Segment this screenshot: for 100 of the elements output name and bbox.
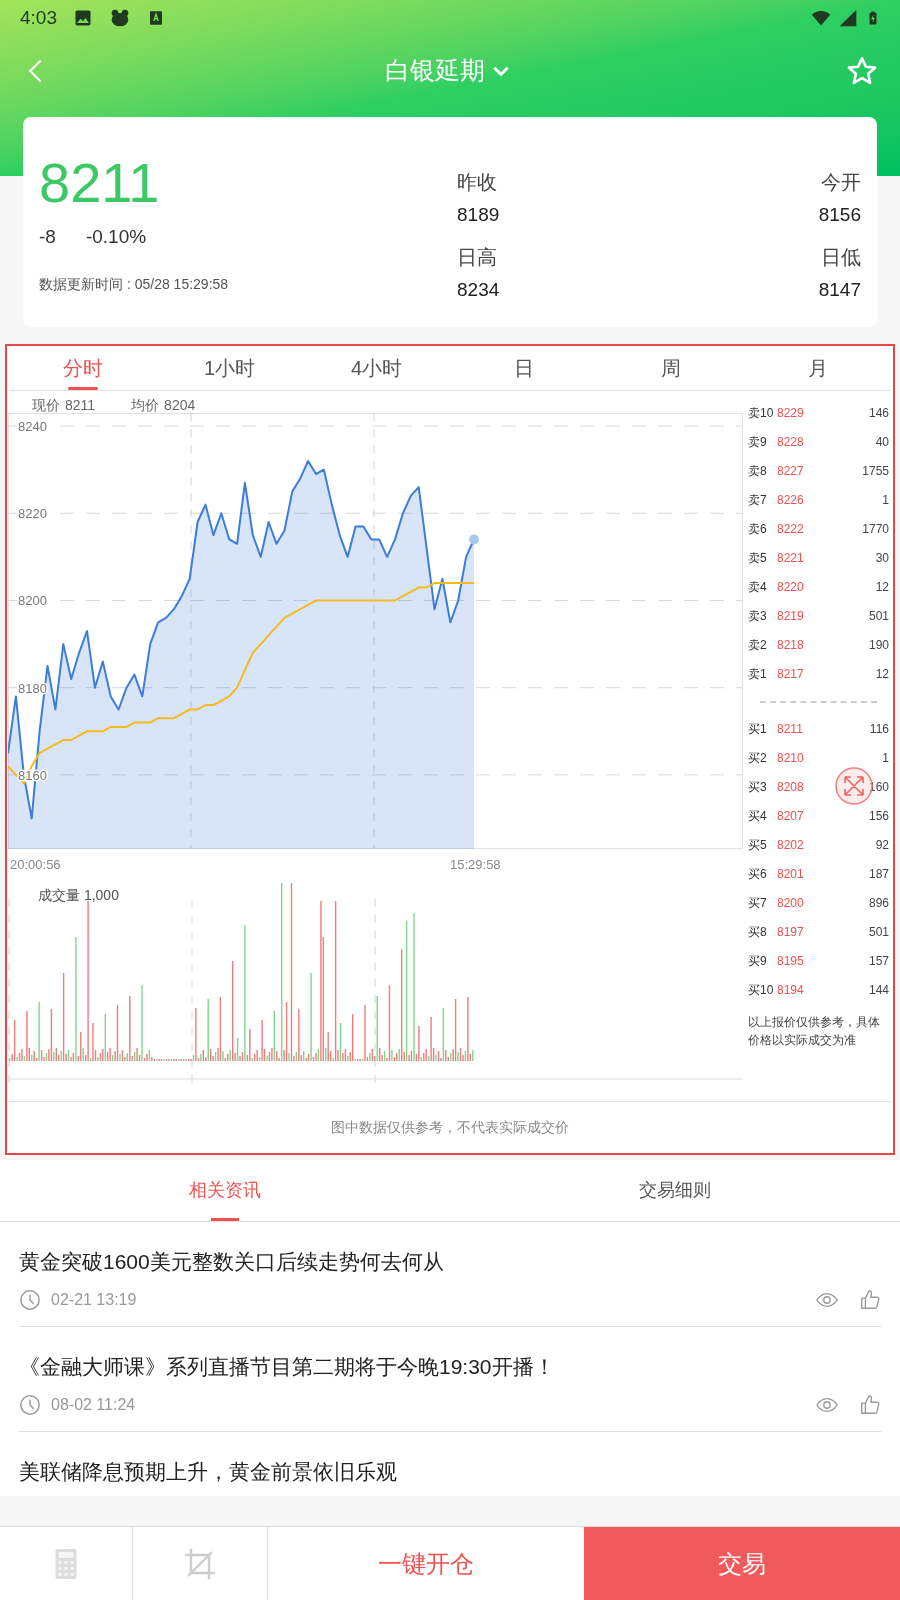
order-level: 买7 — [748, 895, 768, 913]
chart-tab[interactable]: 4小时 — [303, 346, 450, 390]
y-axis-label: 8220 — [18, 505, 47, 521]
news-title: 《金融大师课》系列直播节目第二期将于今晚19:30开播！ — [19, 1354, 556, 1380]
open-position-button[interactable]: 一键开仓 — [268, 1527, 584, 1600]
order-price: 8221 — [777, 550, 805, 568]
time-label: 15:29:58 — [450, 855, 501, 874]
news-title: 美联储降息预期上升，黄金前景依旧乐观 — [19, 1459, 398, 1485]
order-level: 卖5 — [748, 550, 768, 568]
order-volume: 501 — [868, 924, 889, 942]
order-price: 8207 — [777, 808, 805, 826]
order-price: 8229 — [777, 405, 805, 423]
order-volume: 1 — [882, 492, 889, 510]
order-price: 8220 — [777, 579, 805, 597]
order-price: 8194 — [777, 982, 805, 1000]
chart-tab[interactable]: 日 — [450, 346, 597, 390]
order-volume: 144 — [868, 982, 889, 1000]
order-level: 买8 — [748, 924, 768, 942]
order-volume: 12 — [875, 666, 889, 684]
order-volume: 190 — [868, 637, 889, 655]
order-volume: 1770 — [862, 521, 889, 539]
status-time: 4:03 — [20, 5, 57, 30]
order-volume: 1755 — [862, 463, 889, 481]
news-item[interactable]: 美联储降息预期上升，黄金前景依旧乐观 — [19, 1432, 881, 1496]
order-volume: 146 — [868, 405, 889, 423]
order-volume: 12 — [875, 579, 889, 597]
stat-value: 8189 — [457, 203, 500, 227]
order-volume: 896 — [868, 895, 889, 913]
stat-label: 今开 — [821, 170, 861, 195]
order-level: 买9 — [748, 953, 768, 971]
stat-value: 8147 — [818, 277, 861, 302]
current-price: 8211 — [39, 151, 161, 215]
chart-disclaimer: 图中数据仅供参考，不代表实际成交价 — [331, 1117, 569, 1137]
chart-tab[interactable]: 分时 — [9, 346, 156, 390]
order-level: 卖3 — [748, 608, 768, 626]
order-volume: 160 — [868, 779, 889, 797]
price-change: -8 — [39, 225, 56, 249]
order-level: 卖10 — [748, 405, 775, 423]
order-level: 卖9 — [748, 434, 768, 452]
legend-value: 8204 — [164, 395, 196, 413]
order-price: 8210 — [777, 750, 805, 768]
legend-value: 8211 — [65, 395, 96, 413]
order-level: 买10 — [748, 982, 775, 1000]
order-level: 卖7 — [748, 492, 768, 510]
order-level: 买6 — [748, 866, 768, 884]
order-price: 8219 — [777, 608, 805, 626]
y-axis-label: 8200 — [18, 593, 47, 609]
order-level: 卖1 — [748, 666, 768, 684]
news-item[interactable]: 黄金突破1600美元整数关口后续走势何去何从 02-21 13:19 — [19, 1222, 881, 1327]
legend-name: 现价 — [32, 395, 60, 413]
order-level: 卖8 — [748, 463, 768, 481]
order-price: 8228 — [777, 434, 805, 452]
order-level: 卖4 — [748, 579, 768, 597]
order-level: 买1 — [748, 721, 768, 739]
order-price: 8217 — [777, 666, 805, 684]
order-price: 8226 — [777, 492, 805, 510]
time-label: 20:00:56 — [10, 855, 62, 874]
volume-label: 成交量 1,000 — [38, 885, 119, 905]
stat-value: 8156 — [818, 203, 861, 227]
order-price: 8218 — [777, 637, 805, 655]
order-price: 8201 — [777, 866, 805, 884]
order-level: 买5 — [748, 837, 768, 855]
order-price: 8208 — [777, 779, 805, 797]
percent-change: -0.10% — [85, 225, 147, 249]
stat-label: 日高 — [457, 244, 497, 270]
order-volume: 40 — [875, 434, 889, 452]
stat-label: 昨收 — [457, 170, 497, 195]
order-level: 卖2 — [748, 637, 768, 655]
news-time: 02-21 13:19 — [51, 1290, 137, 1310]
chart-tab[interactable]: 月 — [744, 346, 891, 390]
order-price: 8195 — [777, 953, 805, 971]
news-time: 08-02 11:24 — [51, 1395, 136, 1415]
order-price: 8211 — [777, 721, 804, 739]
order-price: 8222 — [777, 521, 805, 539]
y-axis-label: 8240 — [18, 418, 47, 434]
order-volume: 92 — [875, 837, 889, 855]
news-title: 黄金突破1600美元整数关口后续走势何去何从 — [19, 1249, 445, 1275]
order-volume: 1 — [882, 750, 889, 768]
news-item[interactable]: 《金融大师课》系列直播节目第二期将于今晚19:30开播！ 08-02 11:24 — [19, 1327, 881, 1432]
order-volume: 156 — [868, 808, 889, 826]
order-level: 买4 — [748, 808, 768, 826]
stat-label: 日低 — [821, 244, 861, 270]
chart-tab[interactable]: 周 — [597, 346, 744, 390]
update-time: 数据更新时间 : 05/28 15:29:58 — [39, 274, 230, 294]
order-volume: 187 — [868, 866, 889, 884]
order-level: 卖6 — [748, 521, 768, 539]
order-price: 8227 — [777, 463, 805, 481]
order-level: 买3 — [748, 779, 768, 797]
order-volume: 116 — [869, 721, 889, 739]
quote-disclaimer: 以上报价仅供参考，具体价格以实际成交为准 — [748, 1013, 881, 1049]
news-tab[interactable]: 交易细则 — [450, 1160, 900, 1221]
order-volume: 157 — [868, 953, 889, 971]
order-level: 买2 — [748, 750, 768, 768]
order-volume: 501 — [868, 608, 889, 626]
order-price: 8200 — [777, 895, 805, 913]
chart-tab[interactable]: 1小时 — [156, 346, 303, 390]
order-price: 8202 — [777, 837, 805, 855]
news-tab[interactable]: 相关资讯 — [0, 1160, 450, 1221]
stat-value: 8234 — [457, 277, 500, 302]
order-volume: 30 — [875, 550, 889, 568]
